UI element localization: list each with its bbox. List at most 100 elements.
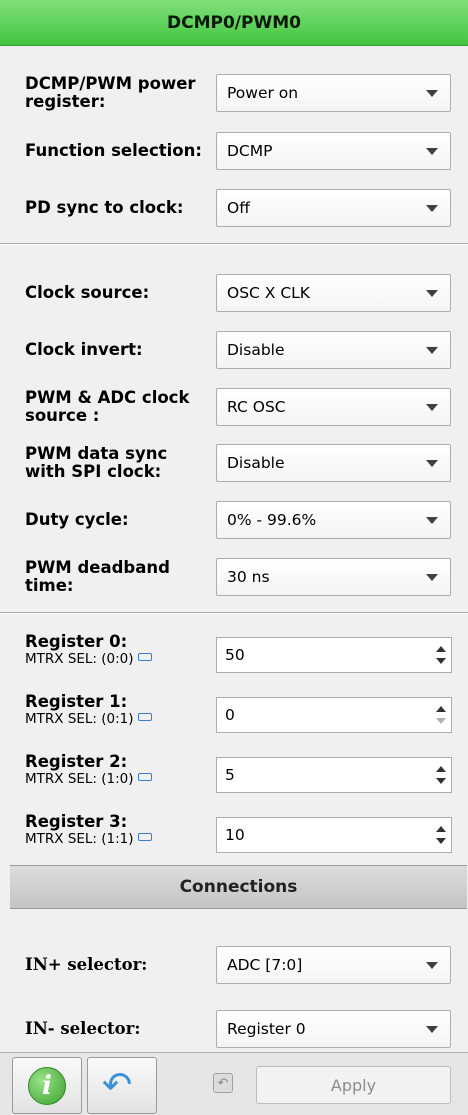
register-1-label: Register 1: MTRX SEL: (0:1) bbox=[25, 692, 215, 728]
link-icon[interactable] bbox=[137, 833, 152, 841]
register-title: Register 3: bbox=[25, 812, 128, 831]
in-plus-label: IN+ selector: bbox=[25, 955, 148, 974]
spinbox-value: 50 bbox=[225, 646, 245, 664]
function-selection-label: Function selection: bbox=[25, 141, 202, 160]
in-plus-select[interactable]: ADC [7:0] bbox=[216, 946, 451, 984]
select-value: Power on bbox=[227, 84, 299, 102]
select-value: Off bbox=[227, 199, 250, 217]
arrow-up-icon[interactable] bbox=[436, 706, 446, 712]
chevron-down-icon bbox=[426, 962, 438, 969]
info-button[interactable]: i bbox=[12, 1057, 82, 1114]
select-value: ADC [7:0] bbox=[227, 956, 303, 974]
register-2-label: Register 2: MTRX SEL: (1:0) bbox=[25, 752, 215, 788]
register-3-label: Register 3: MTRX SEL: (1:1) bbox=[25, 812, 215, 848]
spinbox-buttons[interactable] bbox=[431, 818, 451, 852]
undo-button[interactable]: ↶ bbox=[87, 1057, 157, 1114]
clock-source-select[interactable]: OSC X CLK bbox=[216, 274, 451, 312]
register-1-spinbox[interactable]: 0 bbox=[216, 697, 452, 733]
pwm-data-sync-row: PWM data sync with SPI clock: Disable bbox=[0, 438, 468, 488]
register-2-spinbox[interactable]: 5 bbox=[216, 757, 452, 793]
divider bbox=[0, 612, 468, 614]
register-title: Register 1: bbox=[25, 692, 128, 711]
spinbox-value: 10 bbox=[225, 826, 245, 844]
spinbox-buttons[interactable] bbox=[431, 638, 451, 672]
chevron-down-icon bbox=[426, 574, 438, 581]
chevron-down-icon bbox=[426, 205, 438, 212]
deadband-select[interactable]: 30 ns bbox=[216, 558, 451, 596]
duty-cycle-row: Duty cycle: 0% - 99.6% bbox=[0, 495, 468, 545]
spinbox-value: 5 bbox=[225, 766, 235, 784]
arrow-up-icon[interactable] bbox=[436, 766, 446, 772]
footer-toolbar: i ↶ ↶ Apply bbox=[0, 1052, 468, 1115]
register-0-label: Register 0: MTRX SEL: (0:0) bbox=[25, 632, 215, 668]
arrow-up-icon[interactable] bbox=[436, 826, 446, 832]
chevron-down-icon bbox=[426, 290, 438, 297]
info-icon: i bbox=[28, 1067, 66, 1105]
power-register-row: DCMP/PWM power register: Power on bbox=[0, 68, 468, 118]
in-plus-row: IN+ selector: ADC [7:0] bbox=[0, 940, 468, 990]
arrow-down-icon[interactable] bbox=[436, 658, 446, 664]
arrow-down-icon[interactable] bbox=[436, 838, 446, 844]
pwm-adc-clock-select[interactable]: RC OSC bbox=[216, 388, 451, 426]
arrow-down-icon[interactable] bbox=[436, 778, 446, 784]
connections-header: Connections bbox=[10, 865, 467, 909]
register-title: Register 2: bbox=[25, 752, 128, 771]
small-undo-icon[interactable]: ↶ bbox=[213, 1073, 233, 1093]
pwm-data-sync-select[interactable]: Disable bbox=[216, 444, 451, 482]
arrow-down-icon[interactable] bbox=[436, 718, 446, 724]
register-sub: MTRX SEL: (1:1) bbox=[25, 831, 134, 847]
spinbox-buttons[interactable] bbox=[431, 758, 451, 792]
deadband-row: PWM deadband time: 30 ns bbox=[0, 552, 468, 602]
pwm-adc-clock-row: PWM & ADC clock source : RC OSC bbox=[0, 382, 468, 432]
in-minus-select[interactable]: Register 0 bbox=[216, 1010, 451, 1048]
spinbox-buttons[interactable] bbox=[431, 698, 451, 732]
select-value: Register 0 bbox=[227, 1020, 306, 1038]
select-value: OSC X CLK bbox=[227, 284, 310, 302]
chevron-down-icon bbox=[426, 460, 438, 467]
pwm-data-sync-label: PWM data sync with SPI clock: bbox=[25, 444, 168, 481]
clock-invert-row: Clock invert: Disable bbox=[0, 325, 468, 375]
chevron-down-icon bbox=[426, 1026, 438, 1033]
apply-button[interactable]: Apply bbox=[256, 1066, 451, 1104]
function-selection-row: Function selection: DCMP bbox=[0, 126, 468, 176]
power-register-label: DCMP/PWM power register: bbox=[25, 74, 196, 111]
divider bbox=[0, 243, 468, 245]
power-register-select[interactable]: Power on bbox=[216, 74, 451, 112]
pwm-adc-clock-label: PWM & ADC clock source : bbox=[25, 388, 190, 425]
in-minus-label: IN- selector: bbox=[25, 1019, 141, 1038]
clock-invert-label: Clock invert: bbox=[25, 340, 143, 359]
duty-cycle-label: Duty cycle: bbox=[25, 510, 129, 529]
pd-sync-select[interactable]: Off bbox=[216, 189, 451, 227]
clock-invert-select[interactable]: Disable bbox=[216, 331, 451, 369]
panel-title: DCMP0/PWM0 bbox=[0, 0, 468, 46]
spinbox-value: 0 bbox=[225, 706, 235, 724]
register-sub: MTRX SEL: (0:0) bbox=[25, 651, 134, 667]
select-value: 30 ns bbox=[227, 568, 270, 586]
select-value: Disable bbox=[227, 454, 285, 472]
clock-source-row: Clock source: OSC X CLK bbox=[0, 268, 468, 318]
undo-icon: ↶ bbox=[102, 1065, 133, 1106]
in-minus-row: IN- selector: Register 0 bbox=[0, 1004, 468, 1054]
pd-sync-label: PD sync to clock: bbox=[25, 198, 184, 217]
link-icon[interactable] bbox=[137, 653, 152, 661]
select-value: RC OSC bbox=[227, 398, 286, 416]
register-0-spinbox[interactable]: 50 bbox=[216, 637, 452, 673]
chevron-down-icon bbox=[426, 90, 438, 97]
chevron-down-icon bbox=[426, 148, 438, 155]
register-sub: MTRX SEL: (1:0) bbox=[25, 771, 134, 787]
link-icon[interactable] bbox=[137, 713, 152, 721]
register-sub: MTRX SEL: (0:1) bbox=[25, 711, 134, 727]
link-icon[interactable] bbox=[137, 773, 152, 781]
chevron-down-icon bbox=[426, 347, 438, 354]
chevron-down-icon bbox=[426, 404, 438, 411]
select-value: Disable bbox=[227, 341, 285, 359]
select-value: DCMP bbox=[227, 142, 273, 160]
arrow-up-icon[interactable] bbox=[436, 646, 446, 652]
chevron-down-icon bbox=[426, 517, 438, 524]
clock-source-label: Clock source: bbox=[25, 283, 150, 302]
duty-cycle-select[interactable]: 0% - 99.6% bbox=[216, 501, 451, 539]
function-selection-select[interactable]: DCMP bbox=[216, 132, 451, 170]
register-title: Register 0: bbox=[25, 632, 128, 651]
pd-sync-row: PD sync to clock: Off bbox=[0, 183, 468, 233]
register-3-spinbox[interactable]: 10 bbox=[216, 817, 452, 853]
